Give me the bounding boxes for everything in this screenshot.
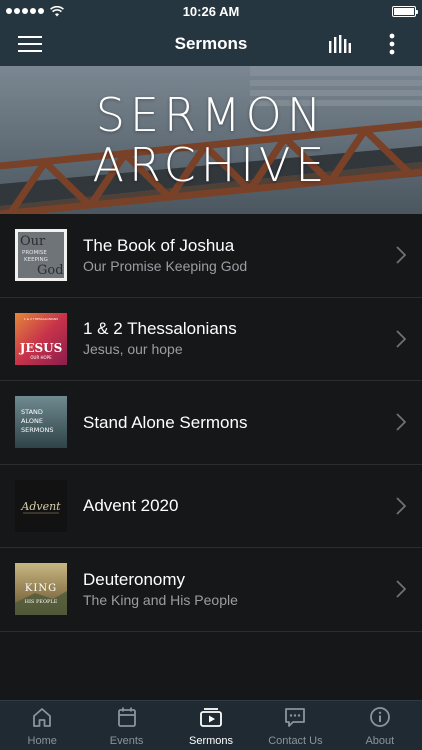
- battery-icon: [392, 5, 418, 17]
- wifi-icon: [50, 5, 64, 16]
- thumb-text: SERMONS: [21, 426, 53, 434]
- hamburger-icon: [18, 36, 42, 52]
- chevron-right-icon: [396, 413, 406, 431]
- list-item[interactable]: 1 & 2 THESSALONIANS JESUS OUR HOPE 1 & 2…: [0, 297, 422, 381]
- more-vertical-icon: [389, 33, 395, 55]
- info-icon: [369, 707, 390, 727]
- signal-strength-icon: [6, 8, 44, 14]
- series-subtitle: Jesus, our hope: [83, 341, 183, 358]
- series-title: Stand Alone Sermons: [83, 412, 248, 432]
- calendar-icon: [117, 707, 136, 727]
- tab-label: About: [365, 735, 395, 747]
- thumb-text: Our: [20, 234, 46, 249]
- thumb-text: OUR HOPE: [30, 355, 52, 360]
- banner-title-line1: SERMON: [95, 88, 327, 142]
- signal-area: [6, 5, 64, 17]
- nav-bar: Sermons: [0, 22, 422, 66]
- chevron-right-icon: [396, 246, 406, 264]
- series-title: Advent 2020: [83, 496, 179, 516]
- series-thumbnail: STAND ALONE SERMONS: [15, 396, 67, 449]
- home-icon: [33, 708, 52, 727]
- chevron-right-icon: [396, 330, 406, 348]
- sermon-series-list: Our PROMISE KEEPING God The Book of Josh…: [0, 214, 422, 632]
- series-thumbnail: 1 & 2 THESSALONIANS JESUS OUR HOPE: [15, 312, 67, 365]
- thumb-text: STAND: [21, 408, 43, 416]
- tab-about[interactable]: About: [338, 701, 422, 750]
- series-title: Deuteronomy: [83, 569, 186, 589]
- sermon-archive-banner: SERMON ARCHIVE: [0, 66, 422, 214]
- thumb-text: 1 & 2 THESSALONIANS: [24, 317, 58, 321]
- list-item[interactable]: Our PROMISE KEEPING God The Book of Josh…: [0, 214, 422, 298]
- status-bar: 10:26 AM: [0, 0, 422, 22]
- tab-label: Contact Us: [268, 735, 323, 747]
- thumb-text: Advent: [20, 500, 61, 513]
- tab-bar: Home Events Sermons Contact Us About: [0, 700, 422, 750]
- chevron-right-icon: [396, 580, 406, 598]
- series-subtitle: Our Promise Keeping God: [83, 257, 248, 274]
- thumb-text: HIS PEOPLE: [25, 599, 58, 605]
- series-title: The Book of Joshua: [83, 235, 235, 255]
- banner-title: SERMON ARCHIVE: [0, 90, 422, 190]
- menu-button[interactable]: [12, 22, 48, 66]
- series-thumbnail: Our PROMISE KEEPING God: [15, 229, 67, 282]
- play-icon: [200, 708, 222, 727]
- thumb-text: KING: [25, 583, 57, 594]
- series-thumbnail: KING HIS PEOPLE: [15, 563, 67, 616]
- series-thumbnail: Advent: [15, 479, 67, 532]
- page-title: Sermons: [174, 34, 248, 53]
- tab-label: Events: [109, 735, 144, 747]
- list-item[interactable]: STAND ALONE SERMONS Stand Alone Sermons: [0, 381, 422, 465]
- banner-title-line2: ARCHIVE: [92, 138, 330, 192]
- tab-contact-us[interactable]: Contact Us: [253, 701, 337, 750]
- chat-icon: [285, 708, 306, 727]
- series-title: 1 & 2 Thessalonians: [83, 319, 237, 339]
- more-button[interactable]: [380, 22, 404, 66]
- tab-home[interactable]: Home: [0, 701, 84, 750]
- equalizer-icon: [329, 35, 351, 53]
- tab-sermons[interactable]: Sermons: [169, 701, 253, 750]
- thumb-text: PROMISE: [22, 250, 47, 256]
- thumb-text: JESUS: [19, 341, 63, 355]
- audio-button[interactable]: [322, 22, 358, 66]
- tab-events[interactable]: Events: [84, 701, 168, 750]
- thumb-text: God: [37, 263, 64, 278]
- series-subtitle: The King and His People: [83, 591, 238, 608]
- tab-label: Sermons: [189, 735, 234, 747]
- list-item[interactable]: KING HIS PEOPLE Deuteronomy The King and…: [0, 548, 422, 632]
- thumb-text: ALONE: [21, 417, 43, 425]
- tab-label: Home: [27, 735, 57, 747]
- list-item[interactable]: Advent Advent 2020: [0, 464, 422, 548]
- chevron-right-icon: [396, 497, 406, 515]
